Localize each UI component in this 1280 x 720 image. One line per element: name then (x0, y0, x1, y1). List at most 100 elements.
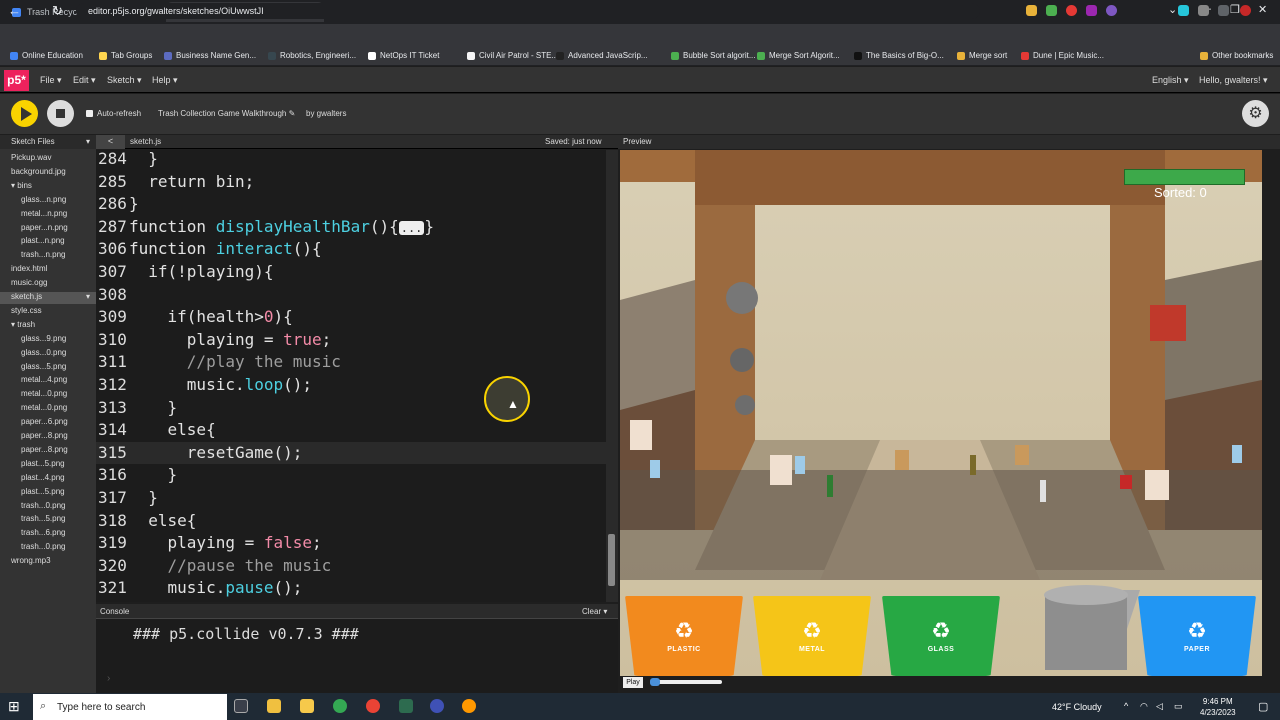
weather-widget[interactable]: 42°F Cloudy (1052, 702, 1102, 712)
code-line[interactable]: 317 } (96, 487, 606, 510)
canvas-play-label[interactable]: Play (623, 677, 643, 688)
code-line[interactable]: 284 } (96, 150, 606, 171)
file-item[interactable]: plast...5.png (21, 487, 65, 496)
code-editor[interactable]: 284 } 285 return bin; 286} 287 function disp… (96, 150, 606, 602)
menu-file[interactable]: File ▾ (40, 75, 62, 86)
file-item[interactable]: ▾ bins (11, 181, 32, 190)
file-explorer-icon[interactable] (300, 699, 314, 713)
file-item[interactable]: trash...n.png (21, 250, 65, 259)
file-item[interactable]: plast...4.png (21, 473, 65, 482)
file-item[interactable]: paper...8.png (21, 445, 68, 454)
bookmark-item[interactable]: Civil Air Patrol - STE... (467, 51, 558, 60)
obs-icon[interactable] (462, 699, 476, 713)
bookmark-item[interactable]: Dune | Epic Music... (1021, 51, 1104, 60)
code-line[interactable]: 319 playing = false; (96, 532, 606, 555)
code-line[interactable]: 308 (96, 284, 606, 307)
file-item[interactable]: index.html (11, 264, 47, 273)
app-icon[interactable] (430, 699, 444, 713)
language-select[interactable]: English ▾ (1152, 75, 1189, 86)
file-item[interactable]: metal...4.png (21, 375, 67, 384)
file-item[interactable]: trash...0.png (21, 501, 65, 510)
file-item[interactable]: trash...6.png (21, 528, 65, 537)
bookmark-item[interactable]: Business Name Gen... (164, 51, 256, 60)
chevron-down-icon[interactable]: ▾ (86, 137, 90, 146)
file-item[interactable]: metal...0.png (21, 389, 67, 398)
console-prompt[interactable]: › (107, 673, 110, 684)
code-line[interactable]: 321 music.pause(); (96, 577, 606, 600)
bookmark-item[interactable]: Advanced JavaScrip... (556, 51, 648, 60)
app-icon[interactable] (399, 699, 413, 713)
bookmark-item[interactable]: Bubble Sort algorit... (671, 51, 755, 60)
file-item[interactable]: music.ogg (11, 278, 47, 287)
file-item[interactable]: metal...n.png (21, 209, 67, 218)
volume-slider-fill[interactable] (650, 678, 660, 686)
other-bookmarks[interactable]: Other bookmarks (1200, 51, 1273, 60)
store-icon[interactable] (267, 699, 281, 713)
battery-icon[interactable]: ▭ (1174, 701, 1183, 712)
p5-logo[interactable]: p5* (4, 70, 29, 91)
file-item[interactable]: paper...n.png (21, 223, 68, 232)
sketch-title[interactable]: Trash Collection Game Walkthrough ✎ (158, 109, 295, 118)
bookmark-item[interactable]: Online Education (10, 51, 83, 60)
profile-avatar[interactable] (1240, 5, 1251, 16)
bookmark-item[interactable]: NetOps IT Ticket (368, 51, 439, 60)
system-clock[interactable]: 9:46 PM 4/23/2023 (1200, 696, 1236, 718)
volume-slider[interactable] (650, 680, 722, 684)
extension-icon[interactable] (1066, 5, 1077, 16)
reload-icon[interactable]: ↻ (52, 3, 63, 19)
bookmark-item[interactable]: Merge sort (957, 51, 1007, 60)
extension-icon[interactable] (1026, 5, 1037, 16)
chrome-icon[interactable] (333, 699, 347, 713)
console-clear-button[interactable]: Clear ▾ (582, 607, 607, 616)
code-line[interactable]: 286} (96, 193, 606, 216)
code-line[interactable]: 307 if(!playing){ (96, 261, 606, 284)
code-line[interactable]: 318 else{ (96, 510, 606, 533)
bookmark-item[interactable]: The Basics of Big-O... (854, 51, 944, 60)
sidebar-icon[interactable] (1218, 5, 1229, 16)
code-line[interactable]: 310 playing = true; (96, 329, 606, 352)
tab-search-icon[interactable]: ⌄ (1168, 3, 1177, 16)
collapse-sidebar-button[interactable]: < (96, 135, 125, 149)
file-item[interactable]: glass...n.png (21, 195, 66, 204)
code-line[interactable]: 315 resetGame(); (96, 441, 606, 465)
file-item[interactable]: glass...9.png (21, 334, 66, 343)
tray-chevron-icon[interactable]: ^ (1124, 701, 1128, 711)
file-item[interactable]: Pickup.wav (11, 153, 51, 162)
settings-gear-icon[interactable]: ⚙ (1242, 100, 1269, 127)
file-item[interactable]: metal...0.png (21, 403, 67, 412)
stop-button[interactable] (47, 100, 74, 127)
file-item[interactable]: plast...n.png (21, 236, 65, 245)
file-item[interactable]: style.css (11, 306, 42, 315)
chevron-down-icon[interactable]: ▾ (86, 292, 90, 301)
chrome-active-icon[interactable] (366, 699, 380, 713)
file-item[interactable]: trash...5.png (21, 514, 65, 523)
windows-start-icon[interactable]: ⊞ (8, 698, 20, 715)
extension-icon[interactable] (1106, 5, 1117, 16)
file-item[interactable]: wrong.mp3 (11, 556, 51, 565)
maximize-button[interactable]: ❐ (1230, 3, 1240, 16)
auto-refresh-checkbox[interactable] (86, 110, 93, 117)
volume-icon[interactable]: ◁ (1156, 701, 1163, 712)
extension-icon[interactable] (1046, 5, 1057, 16)
back-icon[interactable]: ← (8, 3, 21, 18)
code-line[interactable]: 309 if(health>0){ (96, 306, 606, 329)
taskbar-search-box[interactable]: Type here to search (33, 694, 227, 720)
close-window-button[interactable]: ✕ (1258, 3, 1267, 16)
file-item[interactable]: glass...0.png (21, 348, 66, 357)
file-item[interactable]: paper...6.png (21, 417, 68, 426)
file-item[interactable]: ▾ trash (11, 320, 35, 329)
extensions-puzzle-icon[interactable] (1198, 5, 1209, 16)
notifications-icon[interactable]: ▢ (1258, 700, 1268, 713)
extension-icon[interactable] (1178, 5, 1189, 16)
menu-sketch[interactable]: Sketch ▾ (107, 75, 142, 86)
menu-help[interactable]: Help ▾ (152, 75, 178, 86)
bookmark-item[interactable]: Tab Groups (99, 51, 152, 60)
forward-icon[interactable]: → (30, 3, 43, 18)
task-view-icon[interactable] (234, 699, 248, 713)
code-line[interactable]: 311 //play the music (96, 351, 606, 374)
file-item[interactable]: plast...5.png (21, 459, 65, 468)
extension-icon[interactable] (1086, 5, 1097, 16)
menu-edit[interactable]: Edit ▾ (73, 75, 96, 86)
code-line[interactable]: 314 else{ (96, 419, 606, 442)
user-menu[interactable]: Hello, gwalters! ▾ (1199, 75, 1268, 86)
